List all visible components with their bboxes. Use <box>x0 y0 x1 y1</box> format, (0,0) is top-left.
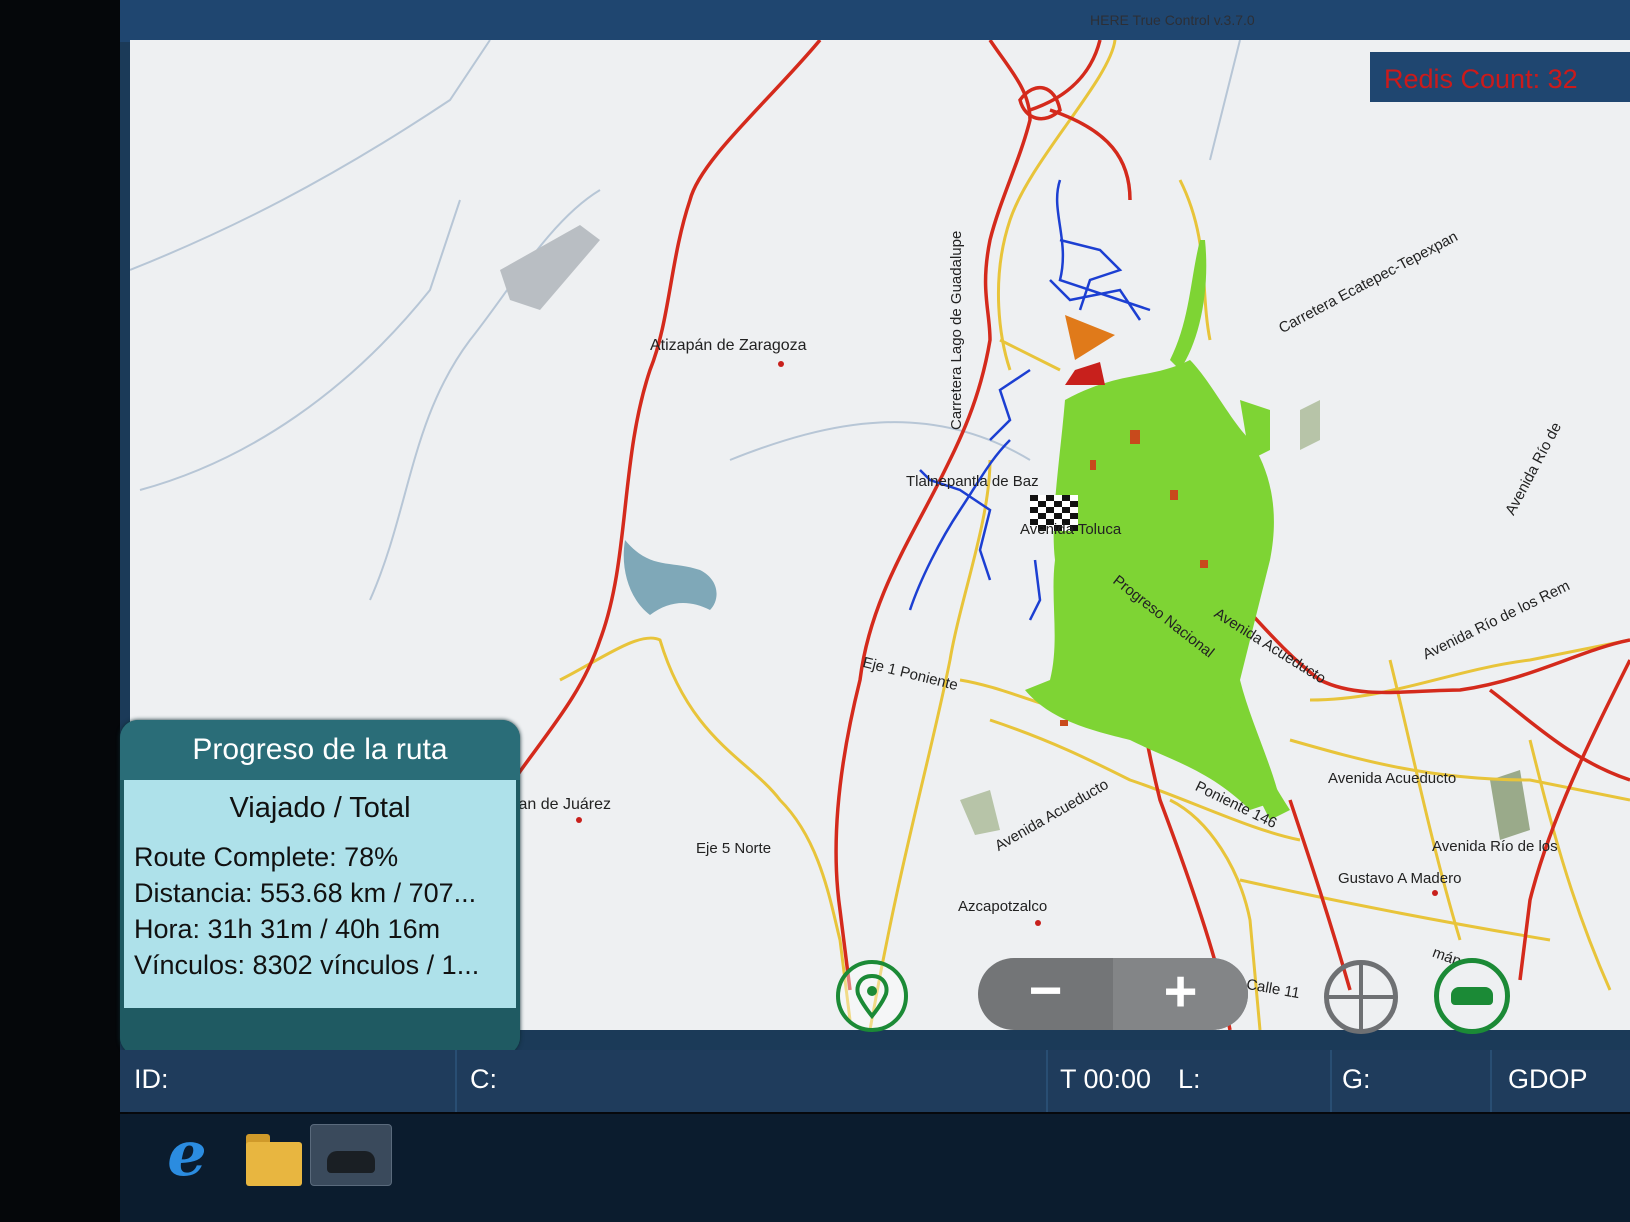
route-progress-title: Progreso de la ruta <box>120 720 520 780</box>
links-text: Vínculos: 8302 vínculos / 1... <box>134 950 480 980</box>
title-bar: HERE True Control v.3.7.0 <box>120 0 1630 42</box>
status-l: L: <box>1178 1064 1201 1094</box>
label-atizapan: Atizapán de Zaragoza <box>650 337 807 354</box>
status-time: T 00:00 <box>1060 1064 1152 1094</box>
label-av-rio-los: Avenida Río de los <box>1432 838 1558 855</box>
crosshair-icon[interactable] <box>1324 960 1398 1034</box>
car-shape <box>1451 987 1493 1005</box>
label-nicolas: lpan de Juárez <box>506 796 611 813</box>
taskbar: e <box>120 1114 1630 1222</box>
status-bar: ID: C: T 00:00 L: G: GDOP <box>120 1050 1630 1112</box>
status-g: G: <box>1342 1064 1371 1094</box>
city-dot-azcapotzalco <box>1035 920 1041 926</box>
label-eje5: Eje 5 Norte <box>696 840 772 857</box>
route-progress-footer <box>120 1009 520 1055</box>
status-gdop: GDOP <box>1508 1064 1588 1094</box>
distance-text: Distancia: 553.68 km / 707... <box>134 878 477 908</box>
window-title: HERE True Control v.3.7.0 <box>1090 12 1255 28</box>
status-separator <box>455 1050 457 1112</box>
route-progress-panel: Progreso de la ruta Viajado / Total Rout… <box>120 720 520 1055</box>
label-av-toluca: Avenida Toluca <box>1020 521 1122 538</box>
internet-explorer-icon[interactable]: e <box>150 1123 224 1190</box>
redis-counter: Redis Count: 32 <box>1370 52 1630 102</box>
label-gustavo: Gustavo A Madero <box>1338 870 1462 887</box>
folder-body <box>246 1142 302 1186</box>
redis-counter-label: Redis Count: 32 <box>1384 64 1578 94</box>
label-carretera-lago: Carretera Lago de Guadalupe <box>948 230 965 430</box>
status-separator <box>1490 1050 1492 1112</box>
city-dot-nicolas <box>576 817 582 823</box>
label-tlalnepantla: Tlalnepantla de Baz <box>906 473 1039 490</box>
status-separator <box>1330 1050 1332 1112</box>
zoom-control: − + <box>978 958 1248 1030</box>
status-separator <box>1046 1050 1048 1112</box>
time-text: Hora: 31h 31m / 40h 16m <box>134 914 441 944</box>
city-dot-gustavo <box>1432 890 1438 896</box>
zoom-in-button[interactable]: + <box>1113 958 1248 1030</box>
route-progress-subtitle: Viajado / Total <box>229 792 411 824</box>
status-id: ID: <box>134 1064 169 1094</box>
route-complete-text: Route Complete: 78% <box>134 842 399 872</box>
route-progress-body: Viajado / Total Route Complete: 78% Dist… <box>124 780 516 1008</box>
city-dot-atizapan <box>778 361 784 367</box>
location-pin-icon[interactable] <box>836 960 908 1032</box>
file-explorer-icon[interactable] <box>238 1124 312 1190</box>
zoom-out-button[interactable]: − <box>978 958 1113 1030</box>
label-azcapotzalco: Azcapotzalco <box>958 898 1048 915</box>
status-c: C: <box>470 1064 497 1094</box>
label-av-acueducto-3: Avenida Acueducto <box>1328 770 1457 787</box>
screen-bezel <box>0 0 128 1222</box>
car-app-shape <box>327 1151 375 1173</box>
car-app-icon[interactable] <box>310 1124 392 1186</box>
car-follow-icon[interactable] <box>1434 958 1510 1034</box>
